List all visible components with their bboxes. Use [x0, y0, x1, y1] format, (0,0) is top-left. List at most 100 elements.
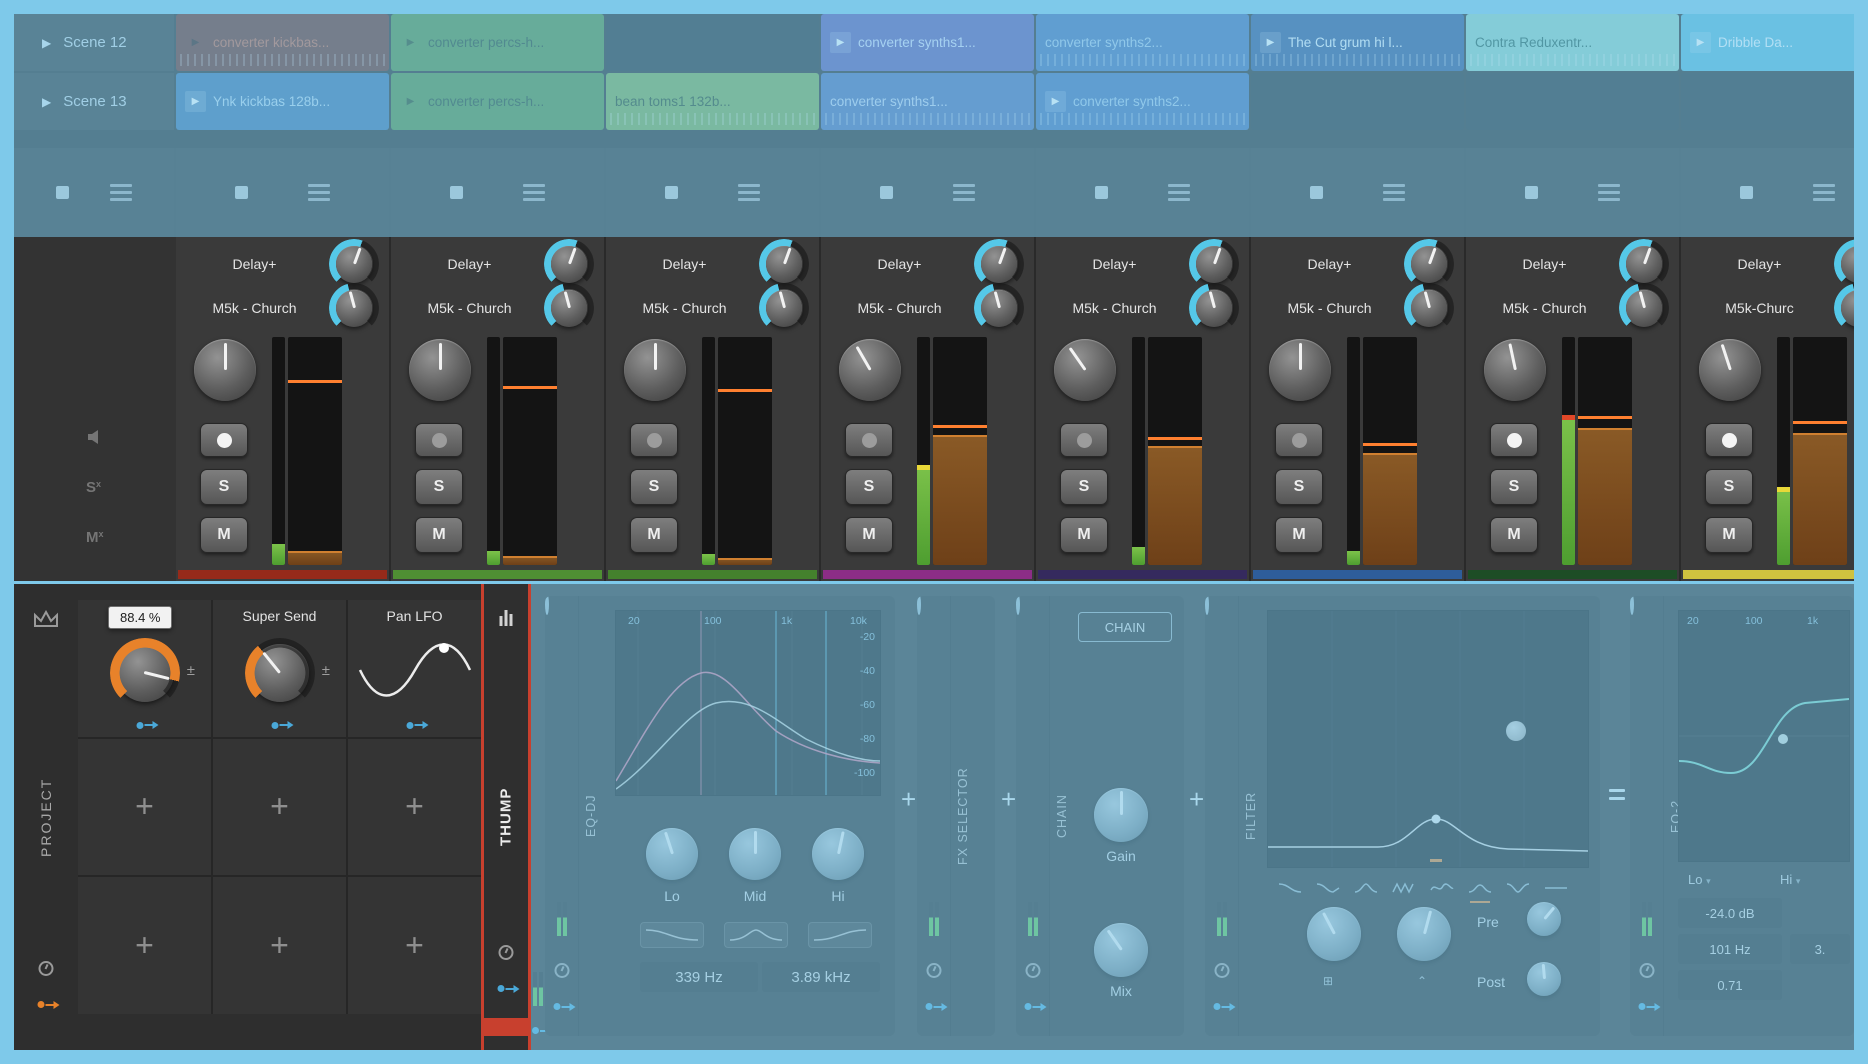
device-title[interactable]: CHAIN — [1050, 596, 1074, 1036]
modulation-route-icon[interactable] — [136, 722, 153, 729]
record-arm-button[interactable] — [1275, 423, 1323, 457]
volume-knob[interactable] — [624, 339, 686, 401]
clock-icon[interactable] — [1025, 963, 1040, 978]
mute-button[interactable]: M — [1060, 517, 1108, 553]
empty-remote-slot[interactable]: + — [213, 877, 346, 1014]
modulation-out-icon[interactable] — [1024, 1003, 1041, 1010]
lfo-curve[interactable] — [356, 634, 474, 706]
solo-button[interactable]: S — [415, 469, 463, 505]
solo-button[interactable]: S — [1490, 469, 1538, 505]
clip-play-icon[interactable]: ▶ — [400, 91, 421, 112]
device-knob[interactable] — [1195, 289, 1233, 327]
lo-freq-value[interactable]: 339 Hz — [640, 962, 758, 992]
eq-2-display[interactable]: 20 100 1k — [1678, 610, 1850, 862]
device-knob[interactable] — [335, 289, 373, 327]
device-slot[interactable]: Delay+ — [1036, 243, 1249, 285]
key-track-icon[interactable]: ⌃ — [1417, 974, 1427, 988]
device-slot[interactable]: Delay+ — [176, 243, 389, 285]
clip[interactable]: ▶Dribble Da... — [1681, 14, 1854, 71]
clock-icon[interactable] — [499, 945, 514, 960]
device-slot[interactable]: Delay+ — [1466, 243, 1679, 285]
eq-dj-lo-knob[interactable] — [646, 828, 698, 880]
empty-remote-slot[interactable]: + — [213, 739, 346, 876]
device-title[interactable]: FILTER — [1239, 596, 1263, 1036]
mute-button[interactable]: M — [200, 517, 248, 553]
power-icon[interactable] — [917, 596, 921, 615]
device-slot[interactable]: M5k - Church — [1036, 287, 1249, 329]
global-solo-clear-icon[interactable]: Sx — [86, 479, 101, 496]
device-knob[interactable] — [1625, 289, 1663, 327]
empty-remote-slot[interactable]: + — [348, 739, 481, 876]
scene-play-icon[interactable]: ▶ — [42, 36, 51, 50]
clip-play-icon[interactable]: ▶ — [1690, 32, 1711, 53]
add-device-button[interactable]: + — [1001, 784, 1016, 815]
record-arm-button[interactable] — [630, 423, 678, 457]
volume-knob[interactable] — [1269, 339, 1331, 401]
filter-type-notch-icon[interactable] — [1501, 878, 1535, 898]
volume-knob[interactable] — [839, 339, 901, 401]
filter-type-lowpass2-icon[interactable] — [1311, 878, 1345, 898]
chain-selector-dropdown[interactable]: CHAIN — [1078, 612, 1172, 642]
power-icon[interactable] — [1630, 596, 1634, 615]
scene-header[interactable]: ▶Scene 13 — [14, 73, 174, 130]
mute-button[interactable]: M — [1705, 517, 1753, 553]
clip-stop-button[interactable] — [56, 186, 69, 199]
device-knob[interactable] — [980, 289, 1018, 327]
clock-icon[interactable] — [1214, 963, 1229, 978]
device-slot[interactable]: M5k-Churc — [1681, 287, 1854, 329]
automation-lanes-icon[interactable] — [1168, 184, 1190, 201]
plus-minus-icon[interactable]: ± — [322, 662, 330, 679]
device-slot[interactable]: M5k - Church — [391, 287, 604, 329]
global-mute-clear-icon[interactable]: Mx — [86, 529, 104, 546]
scene-play-icon[interactable]: ▶ — [42, 95, 51, 109]
clip-play-icon[interactable]: ▶ — [185, 91, 206, 112]
power-icon[interactable] — [1205, 596, 1209, 615]
filter-type-flat-icon[interactable] — [1539, 878, 1573, 898]
empty-remote-slot[interactable]: + — [78, 877, 211, 1014]
device-knob[interactable] — [765, 245, 803, 283]
clip-stop-button[interactable] — [450, 186, 463, 199]
solo-button[interactable]: S — [1705, 469, 1753, 505]
project-tab-label[interactable]: PROJECT — [14, 584, 78, 1050]
clip-play-icon[interactable]: ▶ — [400, 32, 421, 53]
clip-play-icon[interactable]: ▶ — [185, 32, 206, 53]
clip[interactable]: ▶The Cut grum hi l... — [1251, 14, 1464, 71]
device-slot[interactable]: M5k - Church — [1466, 287, 1679, 329]
filter-type-bell-icon[interactable] — [1463, 878, 1497, 898]
clip[interactable]: ▶converter synths1... — [821, 14, 1034, 71]
device-slot[interactable]: Delay+ — [821, 243, 1034, 285]
remote-knob-1[interactable] — [116, 644, 174, 702]
automation-lanes-icon[interactable] — [1813, 184, 1835, 201]
modulation-out-icon[interactable] — [925, 1003, 942, 1010]
clip-stop-button[interactable] — [235, 186, 248, 199]
filter-type-lowpass-icon[interactable] — [1273, 878, 1307, 898]
clip-stop-button[interactable] — [1740, 186, 1753, 199]
device-slot[interactable]: Delay+ — [1251, 243, 1464, 285]
device-title[interactable]: EQ-DJ — [579, 596, 603, 1036]
eq-dj-mid-knob[interactable] — [729, 828, 781, 880]
modulation-route-icon[interactable] — [406, 722, 423, 729]
volume-knob[interactable] — [1699, 339, 1761, 401]
modulation-out-icon[interactable] — [38, 1001, 55, 1008]
record-arm-button[interactable] — [1705, 423, 1753, 457]
device-slot[interactable]: M5k - Church — [606, 287, 819, 329]
power-icon[interactable] — [1016, 596, 1020, 615]
eq-dj-hi-knob[interactable] — [812, 828, 864, 880]
clip[interactable]: ▶converter percs-h... — [391, 14, 604, 71]
clock-icon[interactable] — [39, 961, 54, 976]
device-knob[interactable] — [550, 245, 588, 283]
filter-type-comb-icon[interactable] — [1387, 878, 1421, 898]
clip-slot-empty[interactable] — [1251, 73, 1464, 130]
automation-lanes-icon[interactable] — [110, 184, 132, 201]
automation-lanes-icon[interactable] — [1598, 184, 1620, 201]
eq2-gain-value[interactable]: -24.0 dB — [1678, 898, 1782, 928]
plus-minus-icon[interactable]: ± — [187, 662, 195, 679]
device-knob[interactable] — [980, 245, 1018, 283]
modulation-out-icon[interactable] — [1213, 1003, 1230, 1010]
add-device-button[interactable]: + — [901, 784, 916, 815]
clock-icon[interactable] — [926, 963, 941, 978]
solo-button[interactable]: S — [200, 469, 248, 505]
device-knob[interactable] — [1840, 245, 1854, 283]
eq2-lo-band[interactable]: Lo ▾ — [1688, 872, 1711, 887]
automation-lanes-icon[interactable] — [738, 184, 760, 201]
